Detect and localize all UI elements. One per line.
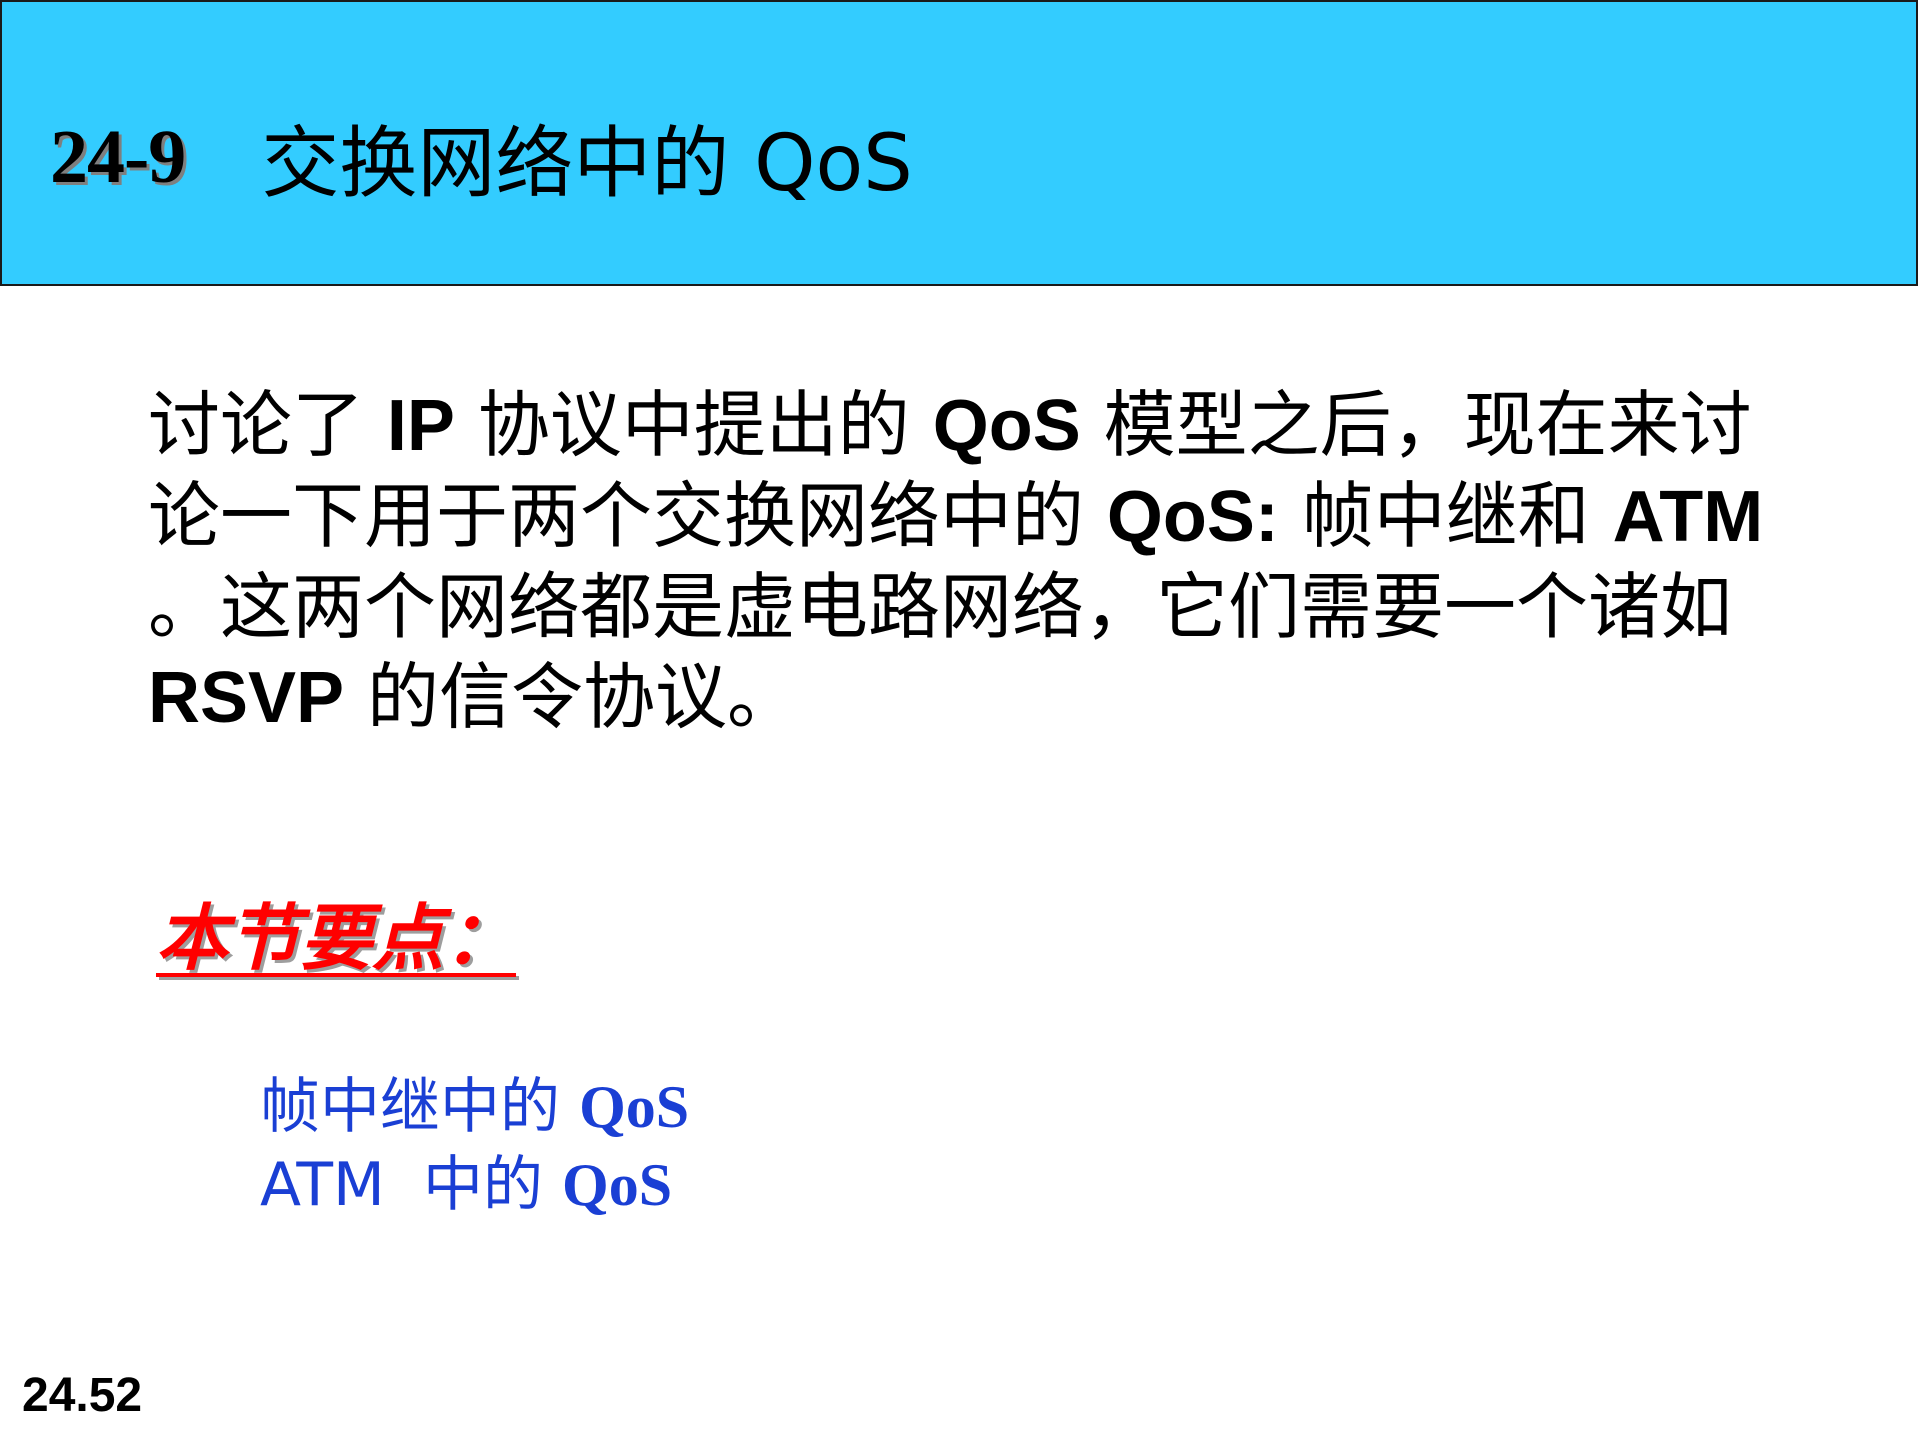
- key-point-term: QoS: [562, 1152, 673, 1218]
- intro-paragraph: 讨论了 IP 协议中提出的 QoS 模型之后，现在来讨论一下用于两个交换网络中的…: [148, 380, 1788, 743]
- key-point-item: 帧中继中的 QoS: [260, 1068, 689, 1146]
- intro-text: 讨论了: [148, 383, 387, 467]
- intro-text: 帧中继和: [1278, 474, 1613, 558]
- slide-number: 24.52: [22, 1369, 143, 1422]
- intro-term-atm: ATM: [1612, 477, 1764, 557]
- slide-title: 24-9 交换网络中的 QoS: [50, 107, 913, 210]
- section-title: 交换网络中的 QoS: [261, 119, 913, 209]
- title-bar: 24-9 交换网络中的 QoS: [0, 0, 1918, 286]
- key-points-heading: 本节要点：: [156, 896, 517, 980]
- key-points-list: 帧中继中的 QoS ATM 中的 QoS: [260, 1068, 689, 1224]
- key-point-prefix: 帧中继中的: [260, 1072, 580, 1142]
- intro-term-qos: QoS:: [1106, 477, 1279, 557]
- key-point-prefix: ATM 中的: [260, 1150, 563, 1220]
- intro-term-qos: QoS: [932, 386, 1081, 466]
- section-number: 24-9: [50, 114, 186, 199]
- key-point-term: QoS: [579, 1074, 690, 1140]
- intro-text: 。这两个网络都是虚电路网络，它们需要一个诸如: [148, 565, 1733, 649]
- intro-term-rsvp: RSVP: [148, 658, 345, 738]
- intro-text: 协议中提出的: [454, 383, 933, 467]
- key-point-item: ATM 中的 QoS: [260, 1146, 689, 1224]
- intro-text: 的信令协议。: [344, 655, 799, 739]
- intro-term-ip: IP: [386, 386, 455, 466]
